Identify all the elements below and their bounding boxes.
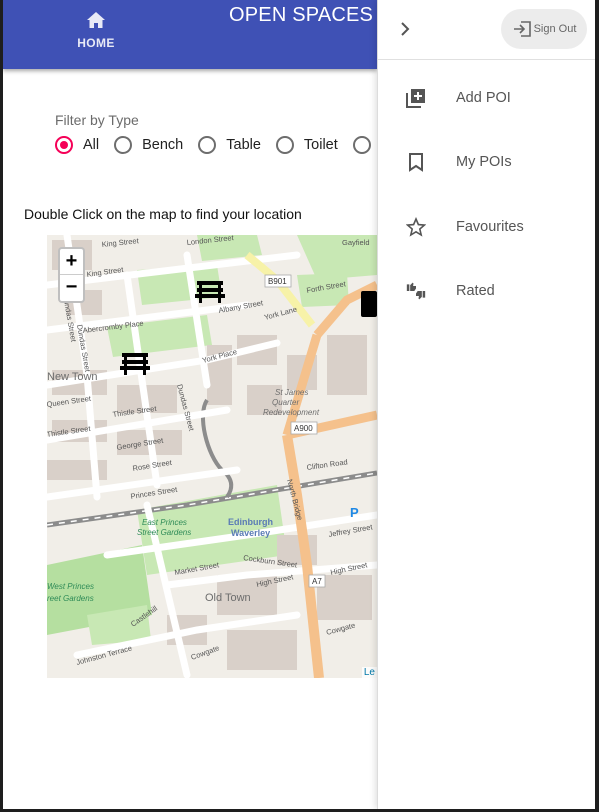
nav-item-label: Rated — [456, 283, 495, 299]
logout-icon — [513, 21, 531, 37]
nav-item-label: Add POI — [456, 90, 511, 106]
map-label: East Princes — [142, 518, 187, 527]
home-nav-button[interactable]: HOME — [71, 8, 121, 58]
radio-bench[interactable]: Bench — [114, 136, 183, 154]
radio-toilet[interactable]: Toilet — [275, 136, 338, 154]
add-box-icon — [406, 88, 426, 108]
map-tiles[interactable]: King Street London Street Gayfield King … — [47, 235, 377, 678]
radio-toilet-label: Toilet — [303, 137, 338, 153]
sign-out-button[interactable]: Sign Out — [501, 9, 587, 49]
radio-all-circle[interactable] — [55, 136, 73, 154]
radio-table[interactable]: Table — [198, 136, 261, 154]
nav-item-favourites[interactable]: Favourites — [378, 204, 595, 250]
sign-out-label: Sign Out — [533, 23, 577, 35]
map-label: Old Town — [205, 592, 251, 604]
zoom-out-button[interactable]: − — [60, 275, 83, 301]
app-title: OPEN SPACES — [229, 4, 374, 26]
side-drawer: Sign Out Add POI My POIs Favourites Rate… — [377, 0, 595, 809]
map-label: West Princes — [47, 582, 94, 591]
radio-all[interactable]: All — [55, 136, 99, 154]
map-label: Quarter — [272, 398, 299, 407]
toilet-marker[interactable] — [361, 291, 377, 317]
map-label: reet Gardens — [47, 594, 94, 603]
nav-item-label: My POIs — [456, 154, 512, 170]
map-label: A7 — [312, 577, 322, 586]
map-label: Street Gardens — [137, 528, 191, 537]
parking-marker: P — [350, 505, 359, 520]
map-instruction: Double Click on the map to find your loc… — [24, 206, 302, 222]
map-label: B901 — [268, 277, 287, 286]
radio-table-label: Table — [226, 137, 261, 153]
app-window: HOME OPEN SPACES Filter by Type All Benc… — [3, 0, 595, 809]
radio-bench-circle[interactable] — [114, 136, 133, 154]
radio-table-circle[interactable] — [198, 136, 217, 154]
home-icon — [87, 12, 105, 28]
filter-by-type-label: Filter by Type — [55, 112, 139, 128]
thumbs-up-down-icon — [406, 281, 426, 301]
map-label: Redevelopment — [263, 408, 320, 417]
map-attribution-link[interactable]: Le — [361, 667, 377, 678]
bookmark-icon — [406, 152, 426, 172]
drawer-header: Sign Out — [378, 0, 595, 60]
filter-type-radio-group: All Bench Table Toilet — [55, 136, 396, 154]
zoom-in-button[interactable]: + — [60, 249, 83, 275]
radio-bench-label: Bench — [142, 137, 184, 153]
nav-item-label: Favourites — [456, 219, 524, 235]
map-label: Waverley — [231, 528, 270, 538]
radio-toilet-circle[interactable] — [275, 136, 294, 154]
nav-item-my-pois[interactable]: My POIs — [378, 139, 595, 185]
map-label: A900 — [294, 424, 313, 433]
radio-hidden-option-circle[interactable] — [352, 136, 371, 154]
nav-item-add-poi[interactable]: Add POI — [378, 75, 595, 121]
map-view[interactable]: King Street London Street Gayfield King … — [47, 235, 377, 678]
map-label: Gayfield — [342, 238, 370, 247]
nav-item-rated[interactable]: Rated — [378, 268, 595, 314]
map-label: Edinburgh — [228, 517, 273, 527]
chevron-right-icon[interactable] — [398, 20, 412, 43]
map-zoom-control: + − — [58, 247, 85, 303]
star-outline-icon — [406, 217, 426, 237]
app-bar: HOME OPEN SPACES — [3, 0, 377, 69]
radio-all-label: All — [83, 137, 100, 153]
map-label: St James — [275, 388, 308, 397]
home-nav-label: HOME — [77, 36, 115, 50]
map-label: New Town — [47, 371, 98, 383]
